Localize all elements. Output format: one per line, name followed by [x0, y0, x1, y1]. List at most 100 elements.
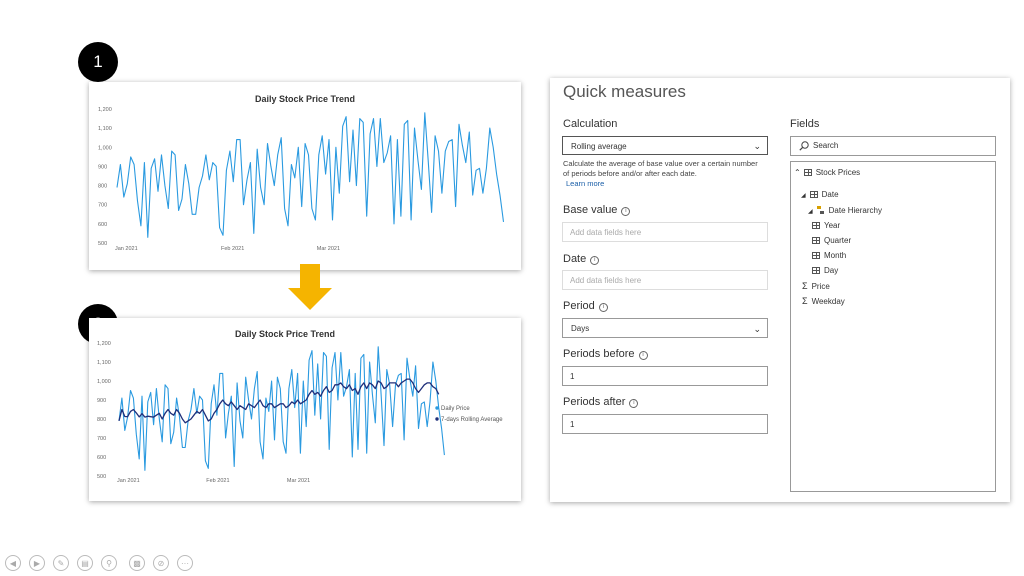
table-icon — [803, 169, 812, 176]
period-value: Days — [571, 324, 590, 333]
y-tick-label: 600 — [98, 222, 107, 228]
base-value-dropzone[interactable]: Add data fields here — [562, 222, 768, 242]
tree-label: Date Hierarchy — [828, 206, 882, 215]
calculation-label: Calculation — [563, 118, 618, 130]
tree-item-stock-prices[interactable]: ⌃ Stock Prices — [794, 168, 860, 177]
chart-2: 1,200 1,100 1,000 900 800 700 600 500 Jan 2021 Fe… — [97, 341, 503, 484]
periods-after-input[interactable]: 1 — [562, 414, 768, 434]
calculation-value: Rolling average — [571, 142, 627, 151]
sigma-icon: Σ — [802, 281, 808, 291]
camera-off-icon[interactable]: ⊘ — [153, 555, 169, 571]
tree-label: Year — [824, 221, 841, 230]
tree-item-price[interactable]: Σ Price — [802, 281, 830, 291]
legend-label: 7-days Rolling Average — [441, 417, 503, 423]
tree-label: Quarter — [824, 236, 852, 245]
chevron-down-icon: ⌄ — [753, 324, 761, 334]
expand-triangle-icon: ◢ — [808, 209, 813, 215]
search-icon — [799, 141, 809, 151]
period-label-text: Period — [563, 300, 595, 312]
fields-search-input[interactable]: Search — [790, 136, 996, 156]
date-label: Date i — [563, 253, 600, 265]
y-tick-label: 600 — [97, 455, 106, 461]
x-tick-label: Feb 2021 — [206, 478, 229, 484]
periods-before-label-text: Periods before — [563, 348, 635, 360]
period-select[interactable]: Days ⌄ — [562, 318, 768, 338]
y-tick-label: 1,200 — [98, 107, 112, 113]
periods-after-label-text: Periods after — [563, 396, 626, 408]
tree-label: Day — [824, 266, 839, 275]
period-label: Period i — [563, 300, 608, 312]
info-icon: i — [598, 303, 608, 312]
chart-card-2: Daily Stock Price Trend 1,200 1,100 1,000 9… — [89, 318, 521, 501]
more-options-icon[interactable]: ··· — [177, 555, 193, 571]
calendar-icon — [812, 252, 820, 259]
tree-item-weekday[interactable]: Σ Weekday — [802, 296, 845, 306]
prev-slide-button[interactable]: ◀ — [5, 555, 21, 571]
zoom-icon[interactable]: ⚲ — [101, 555, 117, 571]
series-line-1 — [118, 346, 445, 471]
tree-item-year[interactable]: Year — [812, 221, 840, 230]
legend-marker — [435, 417, 439, 421]
step-badge-1: 1 — [78, 42, 118, 82]
legend-label: Daily Price — [441, 406, 470, 412]
sigma-icon: Σ — [802, 296, 808, 306]
legend-marker — [435, 406, 439, 410]
x-tick-label: Mar 2021 — [317, 246, 340, 252]
chart-1: 1,200 1,100 1,000 900 800 700 600 500 Jan 2021 Fe… — [98, 107, 505, 252]
chart-card-1: Daily Stock Price Trend 1,200 1,100 1,000 9… — [89, 82, 521, 270]
tree-label: Month — [824, 251, 847, 260]
y-tick-label: 1,100 — [98, 126, 112, 132]
hierarchy-icon — [816, 206, 824, 214]
quick-measures-title: Quick measures — [563, 82, 686, 101]
x-tick-label: Mar 2021 — [287, 478, 310, 484]
x-tick-label: Feb 2021 — [221, 246, 244, 252]
tree-label: Stock Prices — [815, 168, 861, 177]
y-tick-label: 800 — [98, 184, 107, 190]
chevron-down-icon: ⌄ — [753, 141, 761, 151]
calendar-icon — [809, 191, 818, 198]
fields-title: Fields — [790, 118, 820, 130]
periods-after-label: Periods after i — [563, 396, 639, 408]
tree-label: Weekday — [811, 297, 845, 306]
subtitles-icon[interactable]: ▩ — [129, 555, 145, 571]
expand-triangle-icon: ◢ — [801, 193, 806, 199]
info-icon: i — [590, 256, 600, 265]
series-line-1 — [116, 112, 505, 238]
x-tick-label: Jan 2021 — [115, 246, 138, 252]
tree-item-day[interactable]: Day — [812, 266, 838, 275]
x-tick-label: Jan 2021 — [117, 478, 140, 484]
y-tick-label: 700 — [98, 203, 107, 209]
chevron-up-icon: ⌃ — [794, 168, 801, 177]
y-tick-label: 900 — [98, 164, 107, 170]
date-dropzone[interactable]: Add data fields here — [562, 270, 768, 290]
periods-before-input[interactable]: 1 — [562, 366, 768, 386]
y-tick-label: 500 — [97, 474, 106, 480]
y-tick-label: 900 — [97, 398, 106, 404]
tree-item-date-hierarchy[interactable]: ◢ Date Hierarchy — [808, 206, 882, 215]
tree-label: Date — [821, 190, 839, 199]
info-icon: i — [621, 207, 631, 216]
y-tick-label: 1,200 — [97, 341, 111, 347]
calculation-select[interactable]: Rolling average ⌄ — [562, 136, 768, 155]
description-text: Calculate the average of base value over… — [563, 159, 758, 178]
y-tick-label: 1,000 — [98, 145, 112, 151]
calendar-icon — [812, 267, 820, 274]
y-tick-label: 1,100 — [97, 360, 111, 366]
next-slide-button[interactable]: ▶ — [29, 555, 45, 571]
periods-before-label: Periods before i — [563, 348, 648, 360]
calculation-description: Calculate the average of base value over… — [563, 159, 758, 189]
down-arrow-icon — [288, 264, 332, 310]
search-placeholder: Search — [813, 141, 839, 150]
tree-item-date[interactable]: ◢ Date — [801, 190, 839, 199]
base-value-label-text: Base value — [563, 204, 618, 216]
slides-icon[interactable]: ▤ — [77, 555, 93, 571]
pen-icon[interactable]: ✎ — [53, 555, 69, 571]
tree-item-quarter[interactable]: Quarter — [812, 236, 851, 245]
date-label-text: Date — [563, 253, 587, 265]
calendar-icon — [812, 237, 820, 244]
y-tick-label: 500 — [98, 241, 107, 247]
tree-label: Price — [811, 282, 830, 291]
learn-more-link[interactable]: Learn more — [566, 179, 604, 188]
info-icon: i — [638, 351, 648, 360]
tree-item-month[interactable]: Month — [812, 251, 846, 260]
